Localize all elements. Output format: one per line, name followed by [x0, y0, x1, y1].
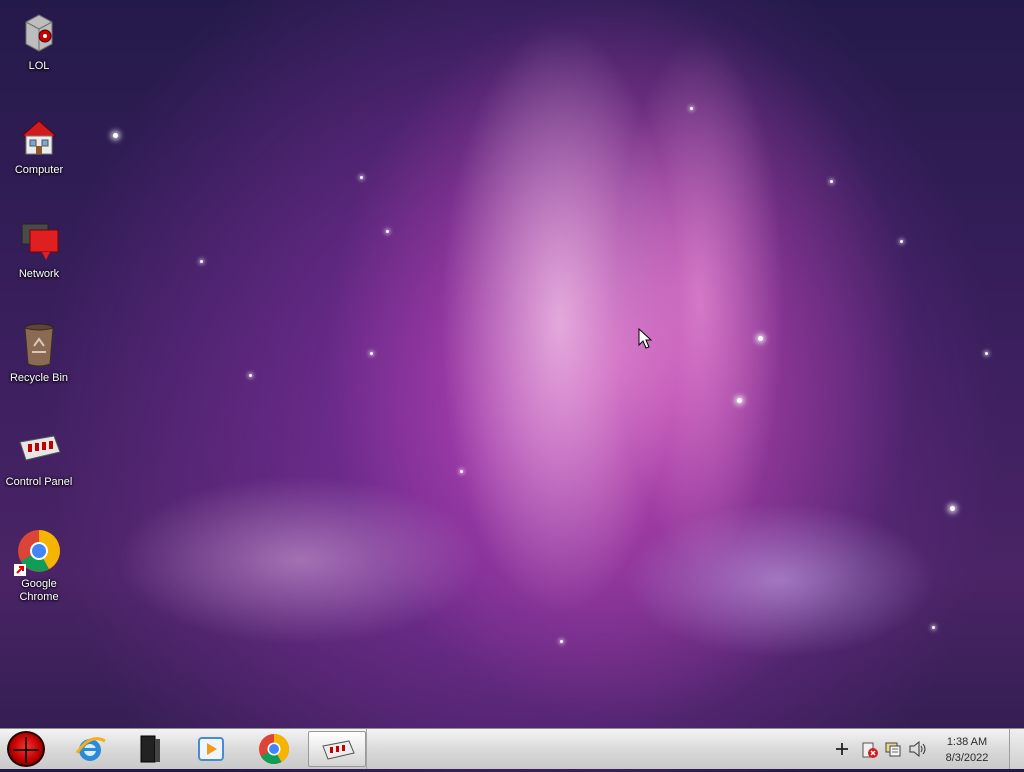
desktop-icon-label: LOL [28, 60, 50, 72]
desktop-icon-label: Google Chrome [19, 578, 59, 603]
desktop-icon-lol[interactable]: LOL [0, 10, 78, 73]
action-center-icon[interactable] [861, 741, 879, 759]
start-button[interactable] [7, 731, 45, 767]
desktop-icon-google-chrome[interactable]: Google Chrome [0, 528, 78, 604]
desktop-icon-control-panel[interactable]: Control Panel [0, 426, 78, 489]
taskbar-media-center[interactable] [121, 731, 179, 767]
desktop-icon-label: Computer [14, 164, 64, 176]
taskbar-control-panel[interactable] [308, 731, 366, 767]
volume-icon[interactable] [908, 740, 928, 758]
desktop-icon-label: Network [18, 268, 60, 280]
taskbar-internet-explorer[interactable] [61, 731, 119, 767]
taskbar-media-player[interactable] [182, 731, 240, 767]
taskbar: 1:38 AM 8/3/2022 [0, 728, 1024, 769]
recycle-bin-icon [16, 322, 62, 368]
system-clock[interactable]: 1:38 AM 8/3/2022 [936, 734, 998, 766]
internet-explorer-icon [75, 737, 106, 761]
control-panel-icon [322, 740, 355, 760]
network-icon [16, 218, 62, 264]
media-center-icon [140, 735, 160, 763]
mouse-pointer-icon [638, 328, 652, 349]
add-icon[interactable] [834, 741, 850, 757]
desktop-icon-computer[interactable]: Computer [0, 114, 78, 177]
media-player-icon [198, 737, 224, 761]
lol-app-icon [16, 10, 62, 56]
desktop-icon-label: Recycle Bin [9, 372, 69, 384]
show-desktop-button[interactable] [1009, 729, 1024, 769]
chrome-icon [259, 734, 289, 765]
desktop-icon-network[interactable]: Network [0, 218, 78, 281]
computer-icon [16, 114, 62, 160]
taskbar-google-chrome[interactable] [245, 731, 303, 767]
network-tray-icon[interactable] [884, 740, 902, 758]
control-panel-icon [16, 426, 62, 472]
desktop-icon-label: Control Panel [5, 476, 73, 488]
clock-date: 8/3/2022 [945, 752, 989, 764]
chrome-icon [14, 528, 62, 576]
taskbar-divider [366, 729, 367, 769]
desktop-icon-recycle-bin[interactable]: Recycle Bin [0, 322, 78, 385]
clock-time: 1:38 AM [946, 736, 988, 748]
shortcut-arrow-icon [14, 564, 26, 576]
